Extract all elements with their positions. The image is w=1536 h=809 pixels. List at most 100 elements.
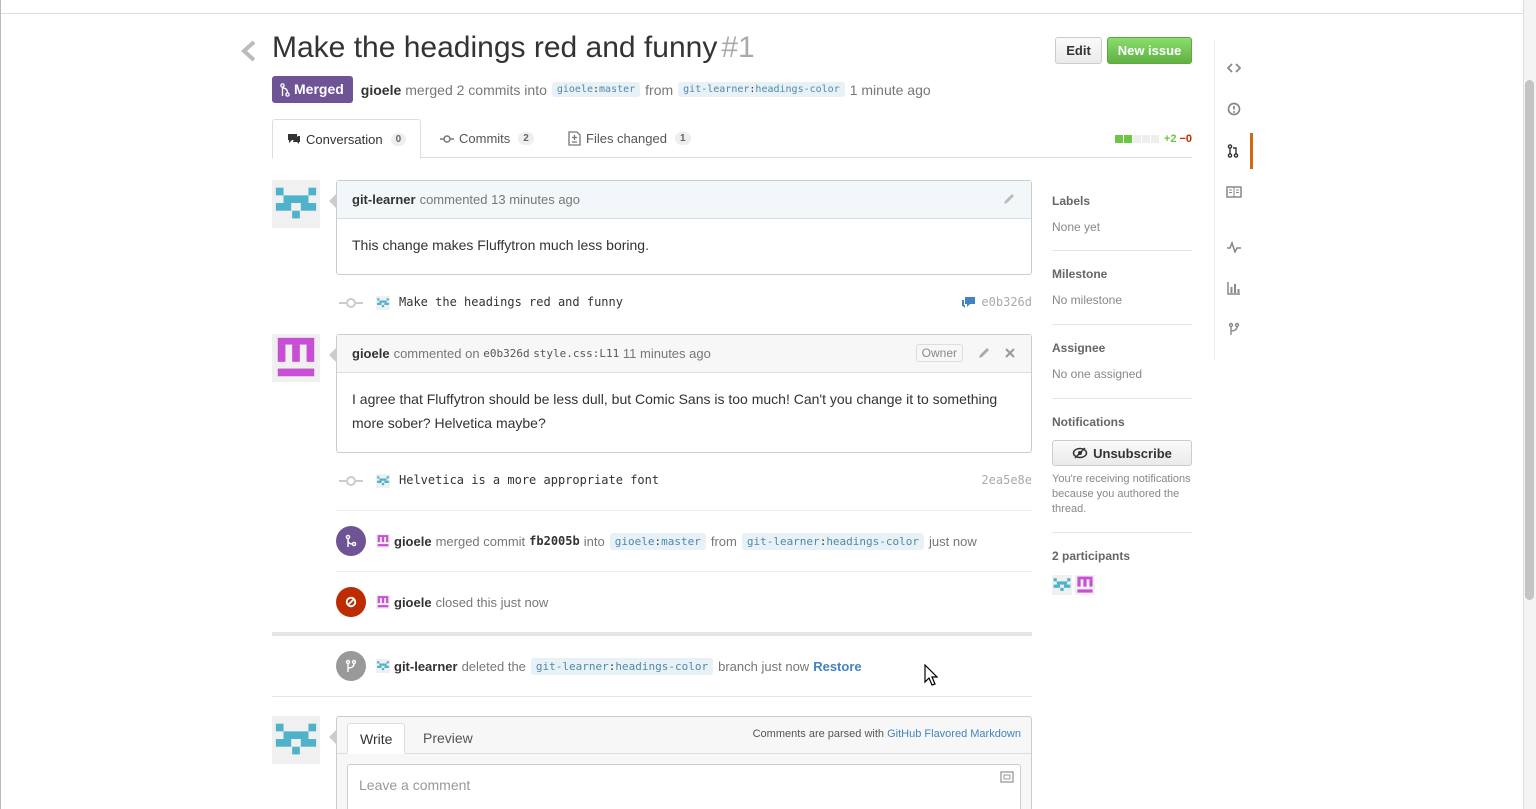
close-icon[interactable] xyxy=(1004,346,1016,360)
pr-meta: Merged gioele merged 2 commits into gioe… xyxy=(272,76,931,103)
event-user[interactable]: gioele xyxy=(394,595,432,610)
commit-message[interactable]: Make the headings red and funny xyxy=(399,295,623,309)
ref-owner: git-learner xyxy=(535,659,609,673)
comment-header: gioele commented on e0b326d style.css:L1… xyxy=(337,335,1031,373)
identicon-teal xyxy=(272,716,320,764)
assignee-section[interactable]: Assignee No one assigned xyxy=(1052,341,1192,381)
timeline-divider xyxy=(272,696,1032,697)
pull-requests-icon[interactable] xyxy=(1215,133,1253,169)
identicon-teal xyxy=(376,474,390,488)
merge-text: merged 2 commits into xyxy=(405,81,547,98)
window-edge xyxy=(0,0,1,809)
avatar[interactable] xyxy=(272,180,320,228)
tab-files-changed[interactable]: Files changed 1 xyxy=(568,119,691,158)
avatar[interactable] xyxy=(272,334,320,382)
comment-author[interactable]: git-learner xyxy=(352,192,416,207)
tab-write[interactable]: Write xyxy=(347,723,406,754)
commit-message[interactable]: Helvetica is a more appropriate font xyxy=(399,473,659,487)
commit-sha[interactable]: e0b326d xyxy=(981,295,1032,309)
event-user[interactable]: git-learner xyxy=(394,659,458,674)
tab-conversation[interactable]: Conversation 0 xyxy=(272,119,422,159)
tab-counter: 1 xyxy=(674,132,691,145)
comment-icon xyxy=(288,134,300,144)
base-owner: gioele xyxy=(556,84,593,95)
wiki-icon[interactable] xyxy=(1215,174,1253,210)
branch-icon xyxy=(345,659,357,672)
notifications-note: You're receiving notifications because y… xyxy=(1052,473,1191,515)
base-branch: master xyxy=(661,534,701,548)
from-text: from xyxy=(645,81,674,98)
commit-dot-icon xyxy=(339,298,363,308)
edit-button[interactable]: Edit xyxy=(1055,37,1102,64)
mute-icon xyxy=(1072,447,1088,459)
tab-counter: 2 xyxy=(518,132,534,145)
participant-avatar-magenta[interactable] xyxy=(1075,575,1095,595)
event-time: just now xyxy=(500,594,549,610)
participants-section: 2 participants xyxy=(1052,549,1192,595)
top-border xyxy=(0,13,1536,14)
pr-title: Make the headings red and funny xyxy=(272,31,718,64)
deleted-ref: git-learner:headings-color xyxy=(530,657,714,675)
notifications-section: Notifications Unsubscribe You're receivi… xyxy=(1052,415,1192,517)
graphs-icon[interactable] xyxy=(1215,270,1253,306)
unsubscribe-button[interactable]: Unsubscribe xyxy=(1052,440,1192,466)
tab-preview[interactable]: Preview xyxy=(411,723,485,754)
comment-textarea[interactable]: Leave a comment xyxy=(347,764,1021,809)
event-user[interactable]: gioele xyxy=(394,534,432,549)
tab-label: Commits xyxy=(459,131,511,146)
commit-comment-icon[interactable] xyxy=(961,295,977,309)
pencil-icon[interactable] xyxy=(977,346,991,360)
avatar[interactable] xyxy=(272,716,320,764)
pr-time: 1 minute ago xyxy=(849,81,931,98)
commit-sha[interactable]: 2ea5e8e xyxy=(981,473,1032,487)
milestone-heading: Milestone xyxy=(1052,267,1108,281)
divider xyxy=(336,510,1032,511)
diffstat-block xyxy=(1123,135,1132,143)
divider xyxy=(1052,250,1192,251)
merge-badge xyxy=(336,526,366,556)
divider xyxy=(1052,532,1192,533)
commit-row: Helvetica is a more appropriate font 2ea… xyxy=(336,469,1032,493)
diffstat-block xyxy=(1114,135,1123,143)
scrollbar-thumb[interactable] xyxy=(1525,80,1534,600)
network-icon[interactable] xyxy=(1215,311,1253,347)
labels-section[interactable]: Labels None yet xyxy=(1052,194,1192,234)
comment-author[interactable]: gioele xyxy=(352,346,390,361)
event-from: from xyxy=(710,533,737,549)
diffstat-block xyxy=(1141,135,1150,143)
state-badge: Merged xyxy=(272,76,353,103)
comment-time[interactable]: 13 minutes ago xyxy=(491,192,580,207)
comment-placeholder: Leave a comment xyxy=(359,777,471,793)
assignee-value: No one assigned xyxy=(1052,367,1143,381)
comment-commit[interactable]: e0b326d xyxy=(483,347,529,360)
issues-icon[interactable] xyxy=(1215,91,1253,127)
comment-location[interactable]: style.css:L11 xyxy=(533,347,619,360)
close-event: gioele closed this just now xyxy=(336,571,1032,630)
unsubscribe-label: Unsubscribe xyxy=(1093,445,1172,461)
participant-avatar-teal[interactable] xyxy=(1052,575,1072,595)
commit-icon xyxy=(440,134,454,143)
base-branch: master xyxy=(599,84,636,95)
new-issue-button[interactable]: New issue xyxy=(1107,37,1192,64)
commit-row: Make the headings red and funny e0b326d xyxy=(336,291,1032,315)
back-arrow-icon[interactable] xyxy=(240,40,258,62)
tab-commits[interactable]: Commits 2 xyxy=(440,119,534,158)
restore-button[interactable]: Restore xyxy=(813,659,861,674)
head-branch: headings-color xyxy=(826,534,920,548)
event-time: just now xyxy=(761,658,810,674)
pulse-icon[interactable] xyxy=(1215,229,1253,265)
ref-branch: headings-color xyxy=(615,659,709,673)
merger-link[interactable]: gioele xyxy=(361,82,401,98)
markdown-link[interactable]: GitHub Flavored Markdown xyxy=(887,728,1021,740)
merge-commit-sha[interactable]: fb2005b xyxy=(529,534,580,548)
milestone-section[interactable]: Milestone No milestone xyxy=(1052,267,1192,307)
mouse-cursor-icon xyxy=(924,664,938,686)
comment-time[interactable]: 11 minutes ago xyxy=(623,346,711,361)
code-icon[interactable] xyxy=(1215,50,1253,86)
identicon-magenta xyxy=(376,534,390,548)
file-diff-icon xyxy=(568,131,581,146)
pencil-icon[interactable] xyxy=(1002,192,1016,206)
owner-badge: Owner xyxy=(915,344,963,362)
notifications-heading: Notifications xyxy=(1052,415,1125,429)
fullscreen-icon[interactable] xyxy=(1000,771,1014,783)
